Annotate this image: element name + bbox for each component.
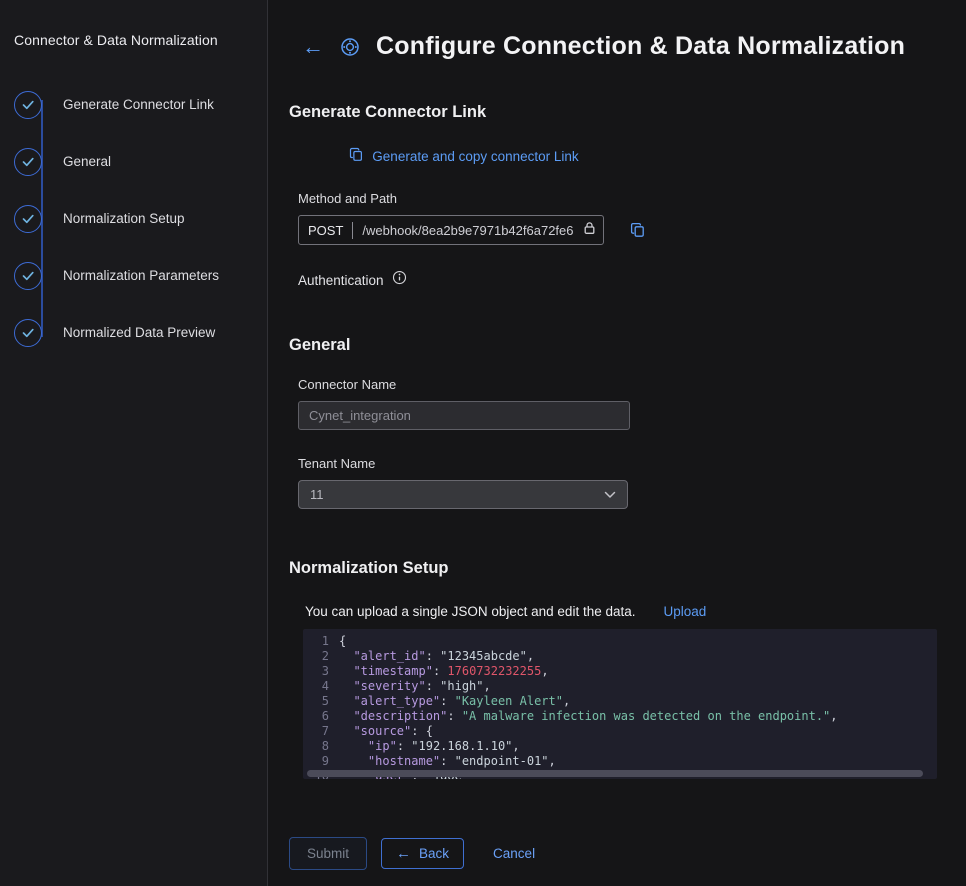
section-general: General Connector Name Tenant Name 11 bbox=[289, 336, 938, 509]
back-arrow-icon[interactable]: ← bbox=[302, 36, 324, 58]
generate-section-heading: Generate Connector Link bbox=[289, 103, 938, 122]
copy-icon bbox=[349, 147, 364, 165]
step-check-icon bbox=[14, 148, 42, 176]
webhook-path: /webhook/8ea2b9e7971b42f6a72fe6 bbox=[362, 223, 573, 238]
connector-logo-icon bbox=[340, 37, 360, 57]
tenant-name-value: 11 bbox=[310, 487, 324, 502]
line-content[interactable]: "description": "A malware infection was … bbox=[329, 709, 838, 724]
line-number: 1 bbox=[303, 634, 329, 649]
stepper-step[interactable]: Generate Connector Link bbox=[14, 76, 253, 133]
line-content[interactable]: "hostname": "endpoint-01", bbox=[329, 754, 556, 769]
authentication-row: Authentication bbox=[298, 270, 630, 290]
code-line: 4 "severity": "high", bbox=[303, 679, 937, 694]
general-form-column: Connector Name Tenant Name 11 bbox=[298, 377, 630, 509]
stepper-step[interactable]: Normalization Setup bbox=[14, 190, 253, 247]
line-content[interactable]: "alert_id": "12345abcde", bbox=[329, 649, 534, 664]
upload-button[interactable]: Upload bbox=[664, 604, 707, 619]
tenant-name-label: Tenant Name bbox=[298, 456, 630, 471]
back-button-arrow-icon: ← bbox=[396, 846, 411, 861]
generate-form-column: Generate and copy connector Link Method … bbox=[298, 147, 630, 290]
page-header: ← Configure Connection & Data Normalizat… bbox=[302, 32, 938, 61]
json-code-editor[interactable]: 1 { 2 "alert_id": "12345abcde", 3 "times… bbox=[303, 629, 937, 779]
copy-path-button[interactable] bbox=[630, 222, 646, 238]
back-button[interactable]: ← Back bbox=[381, 838, 464, 869]
line-number: 7 bbox=[303, 724, 329, 739]
code-lines: 1 { 2 "alert_id": "12345abcde", 3 "times… bbox=[303, 634, 937, 779]
code-line: 7 "source": { bbox=[303, 724, 937, 739]
authentication-label: Authentication bbox=[298, 273, 384, 288]
upload-hint-row: You can upload a single JSON object and … bbox=[305, 604, 938, 619]
line-content[interactable]: "severity": "high", bbox=[329, 679, 491, 694]
stepper-sidebar: Connector & Data Normalization Generate … bbox=[0, 0, 268, 886]
step-label: Normalized Data Preview bbox=[63, 325, 215, 340]
info-icon[interactable] bbox=[392, 270, 407, 290]
code-line: 2 "alert_id": "12345abcde", bbox=[303, 649, 937, 664]
section-generate-connector-link: Generate Connector Link Generate and cop… bbox=[289, 103, 938, 290]
lock-icon bbox=[583, 221, 596, 240]
stepper-step[interactable]: General bbox=[14, 133, 253, 190]
line-content[interactable]: { bbox=[329, 634, 346, 649]
normalization-section-heading: Normalization Setup bbox=[289, 559, 938, 578]
code-line: 9 "hostname": "endpoint-01", bbox=[303, 754, 937, 769]
upload-hint-text: You can upload a single JSON object and … bbox=[305, 604, 636, 619]
code-line: 1 { bbox=[303, 634, 937, 649]
generate-copy-link-label: Generate and copy connector Link bbox=[372, 149, 578, 164]
page-title: Configure Connection & Data Normalizatio… bbox=[376, 32, 905, 61]
line-number: 9 bbox=[303, 754, 329, 769]
code-line: 8 "ip": "192.168.1.10", bbox=[303, 739, 937, 754]
back-button-label: Back bbox=[419, 846, 449, 861]
step-label: Normalization Parameters bbox=[63, 268, 219, 283]
line-number: 4 bbox=[303, 679, 329, 694]
line-content[interactable]: "timestamp": 1760732232255, bbox=[329, 664, 549, 679]
step-check-icon bbox=[14, 91, 42, 119]
cancel-button[interactable]: Cancel bbox=[489, 838, 539, 869]
general-section-heading: General bbox=[289, 336, 938, 355]
method-path-row: POST /webhook/8ea2b9e7971b42f6a72fe6 bbox=[298, 215, 630, 245]
http-method: POST bbox=[308, 223, 343, 238]
line-content[interactable]: "source": { bbox=[329, 724, 433, 739]
main-content: ← Configure Connection & Data Normalizat… bbox=[268, 0, 966, 886]
code-line: 5 "alert_type": "Kayleen Alert", bbox=[303, 694, 937, 709]
submit-button[interactable]: Submit bbox=[289, 837, 367, 870]
line-number: 3 bbox=[303, 664, 329, 679]
line-number: 2 bbox=[303, 649, 329, 664]
step-label: General bbox=[63, 154, 111, 169]
step-label: Generate Connector Link bbox=[63, 97, 214, 112]
method-path-label: Method and Path bbox=[298, 191, 630, 206]
code-line: 3 "timestamp": 1760732232255, bbox=[303, 664, 937, 679]
stepper: Generate Connector Link General Normaliz… bbox=[14, 76, 253, 361]
method-path-input[interactable]: POST /webhook/8ea2b9e7971b42f6a72fe6 bbox=[298, 215, 604, 245]
chevron-down-icon bbox=[604, 486, 616, 504]
line-content[interactable]: "ip": "192.168.1.10", bbox=[329, 739, 520, 754]
step-check-icon bbox=[14, 205, 42, 233]
stepper-step[interactable]: Normalized Data Preview bbox=[14, 304, 253, 361]
stepper-step[interactable]: Normalization Parameters bbox=[14, 247, 253, 304]
section-normalization-setup: Normalization Setup You can upload a sin… bbox=[289, 559, 938, 779]
connector-name-label: Connector Name bbox=[298, 377, 630, 392]
method-separator bbox=[352, 222, 353, 239]
footer-actions: Submit ← Back Cancel bbox=[289, 837, 938, 870]
configure-connection-window: Connector & Data Normalization Generate … bbox=[0, 0, 966, 886]
line-content[interactable]: "alert_type": "Kayleen Alert", bbox=[329, 694, 570, 709]
connector-name-input[interactable] bbox=[298, 401, 630, 430]
tenant-name-select[interactable]: 11 bbox=[298, 480, 628, 509]
line-number: 5 bbox=[303, 694, 329, 709]
step-check-icon bbox=[14, 262, 42, 290]
line-number: 6 bbox=[303, 709, 329, 724]
step-label: Normalization Setup bbox=[63, 211, 185, 226]
step-check-icon bbox=[14, 319, 42, 347]
generate-copy-link-button[interactable]: Generate and copy connector Link bbox=[298, 147, 630, 165]
editor-horizontal-scrollbar[interactable] bbox=[307, 770, 923, 777]
code-line: 6 "description": "A malware infection wa… bbox=[303, 709, 937, 724]
sidebar-title: Connector & Data Normalization bbox=[14, 32, 253, 48]
line-number: 8 bbox=[303, 739, 329, 754]
